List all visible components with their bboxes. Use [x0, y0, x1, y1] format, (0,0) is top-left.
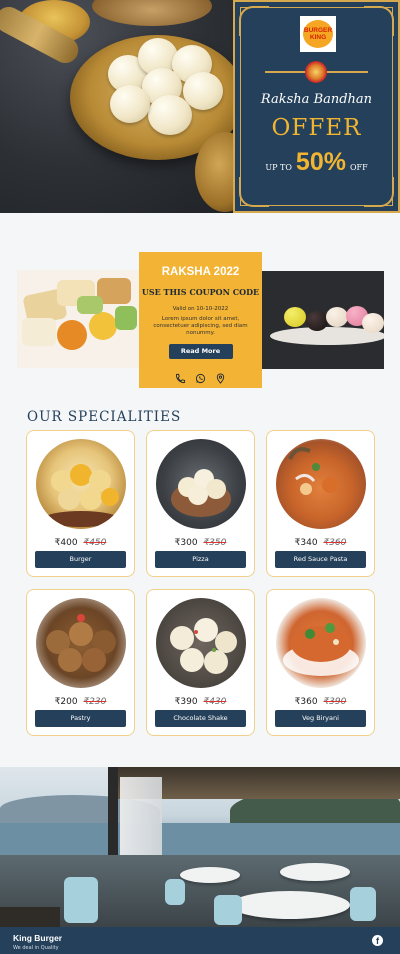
discount-line: UP TO 50% OFF — [235, 148, 398, 177]
festival-title: Raksha Bandhan — [260, 92, 373, 107]
price-line: ₹200 ₹230 — [27, 697, 134, 707]
product-button-red-sauce-pasta[interactable]: Red Sauce Pasta — [275, 551, 366, 568]
product-button-burger[interactable]: Burger — [35, 551, 126, 568]
old-price: ₹430 — [203, 697, 227, 707]
sweet-piece — [115, 306, 137, 330]
ornament-corner-icon — [364, 177, 394, 207]
footer: King Burger We deal in Quality f — [0, 927, 400, 954]
specialities-heading: OUR SPECIALITIES — [27, 409, 182, 425]
price-line: ₹390 ₹430 — [147, 697, 254, 707]
burger-king-logo: BURGER KING — [300, 16, 336, 52]
sweet-piece — [77, 296, 103, 314]
footer-brand: King Burger — [13, 933, 63, 943]
whatsapp-icon[interactable] — [195, 369, 206, 384]
product-card-chocolate-shake[interactable]: ₹390 ₹430 Chocolate Shake — [146, 589, 255, 736]
pasta-image — [276, 439, 366, 529]
offer-heading: OFFER — [271, 115, 362, 141]
chair — [165, 879, 185, 905]
chair — [64, 877, 98, 923]
upto-label: UP TO — [265, 163, 292, 172]
facebook-icon[interactable]: f — [372, 935, 383, 946]
footer-tagline: We deal in Quality — [13, 945, 59, 951]
current-price: ₹390 — [174, 697, 198, 707]
coupon-description: Lorem ipsum dolor sit amet, consectetuer… — [153, 316, 248, 336]
current-price: ₹400 — [54, 538, 78, 548]
sweet-piece — [22, 318, 56, 346]
logo-bun: BURGER KING — [303, 20, 333, 48]
coupon-validity: Valid on 10-10-2022 — [172, 306, 229, 312]
phone-icon[interactable] — [175, 369, 186, 384]
sweets-platter-image — [17, 270, 139, 368]
sweet-ball — [362, 313, 384, 333]
chair — [350, 887, 376, 921]
product-card-red-sauce-pasta[interactable]: ₹340 ₹360 Red Sauce Pasta — [266, 430, 375, 577]
pizza-image — [156, 439, 246, 529]
sweet-ball — [306, 311, 328, 331]
current-price: ₹360 — [294, 697, 318, 707]
product-button-pastry[interactable]: Pastry — [35, 710, 126, 727]
sweet-ball — [110, 85, 150, 123]
old-price: ₹360 — [323, 538, 347, 548]
product-card-veg-biryani[interactable]: ₹360 ₹390 Veg Biryani — [266, 589, 375, 736]
burger-image — [36, 439, 126, 529]
old-price: ₹350 — [203, 538, 227, 548]
logo-text-line1: BURGER — [303, 27, 333, 34]
coupon-subtitle: USE THIS COUPON CODE — [141, 287, 260, 297]
table — [180, 867, 240, 883]
sweet-piece — [89, 312, 117, 340]
hero-banner: BURGER KING Raksha Bandhan OFFER UP TO 5… — [0, 0, 400, 213]
current-price: ₹340 — [294, 538, 318, 548]
logo-text-line2: KING — [309, 34, 327, 41]
off-label: OFF — [349, 163, 368, 172]
ornament-corner-icon — [239, 177, 269, 207]
table — [230, 891, 350, 919]
chocolate-shake-image — [156, 598, 246, 688]
offer-panel: BURGER KING Raksha Bandhan OFFER UP TO 5… — [233, 0, 400, 213]
sweet-ball — [326, 307, 348, 327]
price-line: ₹300 ₹350 — [147, 538, 254, 548]
old-price: ₹390 — [323, 697, 347, 707]
read-more-button[interactable]: Read More — [168, 344, 233, 359]
pastry-image — [36, 598, 126, 688]
restaurant-photo — [0, 767, 400, 927]
product-card-pastry[interactable]: ₹200 ₹230 Pastry — [26, 589, 135, 736]
old-price: ₹230 — [83, 697, 107, 707]
ornament-corner-icon — [364, 6, 394, 36]
table — [280, 863, 350, 881]
veg-biryani-image — [276, 598, 366, 688]
chair — [214, 895, 242, 925]
product-button-veg-biryani[interactable]: Veg Biryani — [275, 710, 366, 727]
product-card-burger[interactable]: ₹400 ₹450 Burger — [26, 430, 135, 577]
discount-value: 50% — [295, 148, 346, 176]
table-edge — [0, 907, 60, 927]
current-price: ₹300 — [174, 538, 198, 548]
sweet-ball — [148, 95, 192, 135]
current-price: ₹200 — [54, 697, 78, 707]
price-line: ₹400 ₹450 — [27, 538, 134, 548]
sweet-piece — [57, 320, 87, 350]
rakhi-flower — [305, 61, 327, 83]
hero-sweets-photo — [0, 0, 233, 213]
lake — [0, 823, 400, 857]
product-button-pizza[interactable]: Pizza — [155, 551, 246, 568]
sweet-ball — [284, 307, 306, 327]
price-line: ₹340 ₹360 — [267, 538, 374, 548]
location-pin-icon[interactable] — [215, 369, 226, 384]
product-button-chocolate-shake[interactable]: Chocolate Shake — [155, 710, 246, 727]
contact-icons — [139, 369, 262, 384]
old-price: ₹450 — [83, 538, 107, 548]
rakhi-icon — [265, 61, 368, 83]
coupon-card: RAKSHA 2022 USE THIS COUPON CODE Valid o… — [139, 252, 262, 388]
ornament-corner-icon — [239, 6, 269, 36]
rasgulla-tray-image — [262, 271, 384, 369]
coupon-code: RAKSHA 2022 — [161, 266, 240, 278]
price-line: ₹360 ₹390 — [267, 697, 374, 707]
bowl-image — [92, 0, 212, 26]
product-card-pizza[interactable]: ₹300 ₹350 Pizza — [146, 430, 255, 577]
